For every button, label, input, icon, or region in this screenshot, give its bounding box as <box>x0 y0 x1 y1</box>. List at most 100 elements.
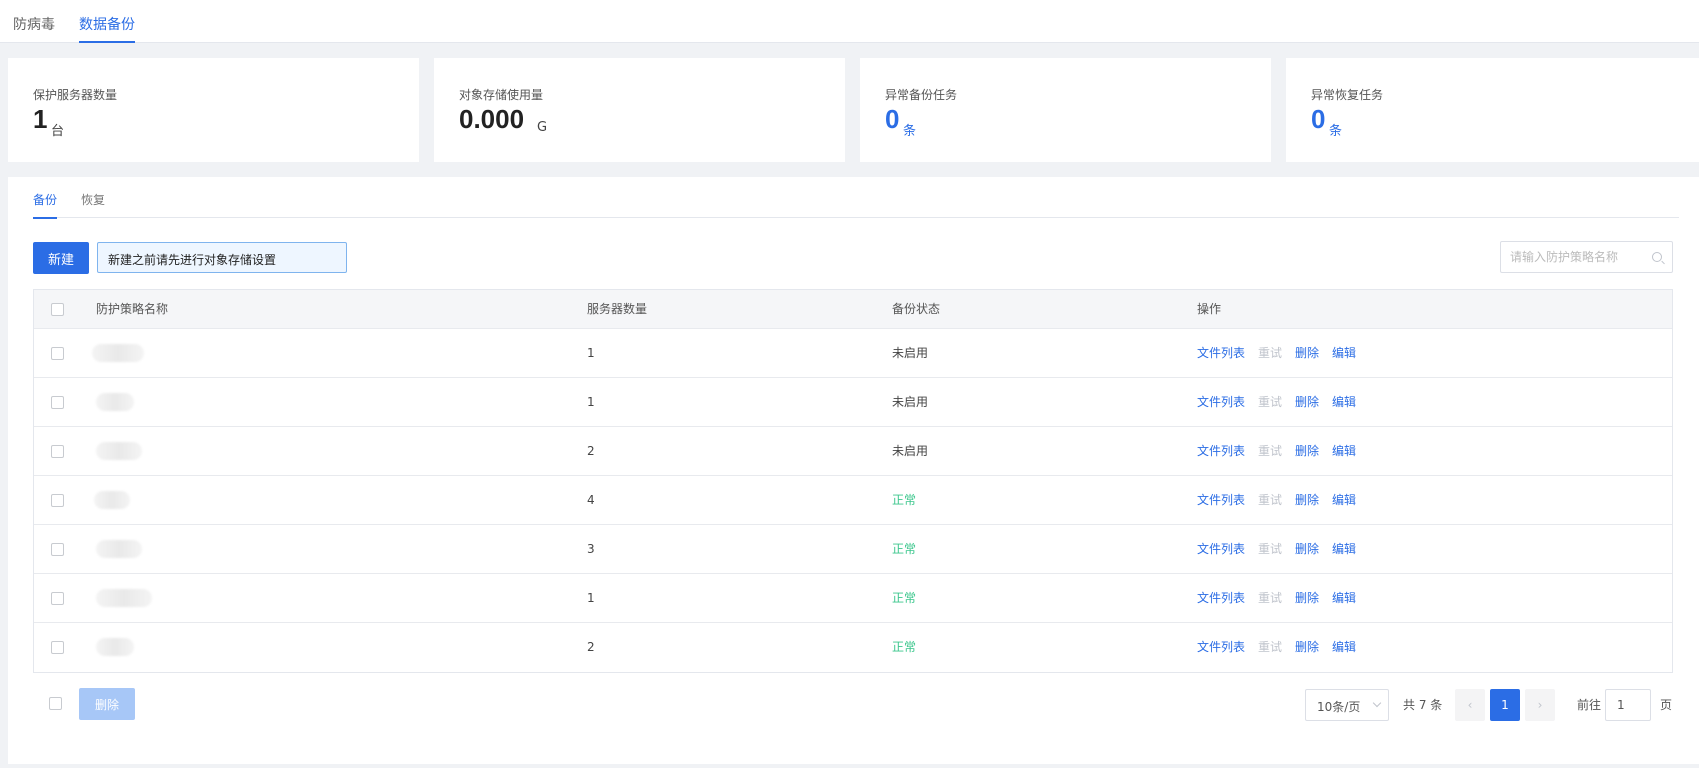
op-retry: 重试 <box>1258 346 1283 360</box>
op-file-list[interactable]: 文件列表 <box>1197 574 1245 622</box>
op-retry: 重试 <box>1258 493 1283 507</box>
page-size-value: 10条/页 <box>1317 700 1361 714</box>
op-delete[interactable]: 删除 <box>1295 574 1319 622</box>
row-checkbox[interactable] <box>51 592 64 605</box>
page-number[interactable]: 1 <box>1490 689 1520 721</box>
op-edit[interactable]: 编辑 <box>1332 574 1356 622</box>
row-count: 4 <box>587 493 595 507</box>
op-file-list[interactable]: 文件列表 <box>1197 329 1245 377</box>
page-size-select[interactable]: 10条/页 <box>1305 689 1389 721</box>
table-row: 1 未启用 文件列表 重试 删除 编辑 <box>34 378 1672 427</box>
stat-value: 0.000 <box>459 104 525 134</box>
row-status: 正常 <box>892 493 917 507</box>
search-icon[interactable] <box>1652 252 1662 262</box>
table-row: 2 正常 文件列表 重试 删除 编辑 <box>34 623 1672 672</box>
row-checkbox[interactable] <box>51 347 64 360</box>
op-delete[interactable]: 删除 <box>1295 623 1319 671</box>
table-row: 4 正常 文件列表 重试 删除 编辑 <box>34 476 1672 525</box>
table-row: 3 正常 文件列表 重试 删除 编辑 <box>34 525 1672 574</box>
op-delete[interactable]: 删除 <box>1295 427 1319 475</box>
header-status: 备份状态 <box>892 302 941 316</box>
table-row: 1 未启用 文件列表 重试 删除 编辑 <box>34 329 1672 378</box>
op-file-list[interactable]: 文件列表 <box>1197 427 1245 475</box>
stat-value: 1 <box>33 104 48 134</box>
stat-unit: 台 <box>51 124 65 139</box>
tab-restore[interactable]: 恢复 <box>81 191 105 218</box>
op-file-list[interactable]: 文件列表 <box>1197 476 1245 524</box>
op-retry: 重试 <box>1258 591 1283 605</box>
goto-unit: 页 <box>1660 698 1673 712</box>
tab-backup[interactable]: 备份 <box>33 191 58 219</box>
row-status: 未启用 <box>892 395 929 409</box>
op-file-list[interactable]: 文件列表 <box>1197 378 1245 426</box>
row-status: 未启用 <box>892 444 929 458</box>
redacted-name <box>94 491 130 509</box>
row-count: 2 <box>587 444 595 458</box>
row-count: 2 <box>587 640 595 654</box>
goto-label: 前往 <box>1577 698 1602 712</box>
row-checkbox[interactable] <box>51 445 64 458</box>
row-checkbox[interactable] <box>51 396 64 409</box>
row-ops: 文件列表 重试 删除 编辑 <box>1197 525 1369 573</box>
select-all-checkbox[interactable] <box>51 303 64 316</box>
stat-unit: 条 <box>1329 124 1343 139</box>
stat-card-restore-errors: 异常恢复任务 0 条 <box>1286 58 1699 162</box>
op-delete[interactable]: 删除 <box>1295 476 1319 524</box>
redacted-name <box>92 344 144 362</box>
backup-panel: 备份 恢复 新建 新建之前请先进行对象存储设置 防护策略名称 服务器数量 备份状… <box>8 177 1699 764</box>
op-edit[interactable]: 编辑 <box>1332 623 1356 671</box>
tab-antivirus[interactable]: 防病毒 <box>13 14 55 43</box>
stat-label: 保护服务器数量 <box>33 88 118 102</box>
row-status: 正常 <box>892 591 917 605</box>
row-count: 1 <box>587 591 595 605</box>
row-checkbox[interactable] <box>51 641 64 654</box>
op-delete[interactable]: 删除 <box>1295 525 1319 573</box>
sub-tab-bar: 备份 恢复 <box>33 177 1679 219</box>
header-ops: 操作 <box>1197 302 1222 316</box>
op-delete[interactable]: 删除 <box>1295 378 1319 426</box>
op-retry: 重试 <box>1258 395 1283 409</box>
bulk-delete-button[interactable]: 删除 <box>79 688 135 720</box>
row-checkbox[interactable] <box>51 543 64 556</box>
op-retry: 重试 <box>1258 640 1283 654</box>
bulk-select-checkbox[interactable] <box>49 697 62 710</box>
redacted-name <box>96 540 142 558</box>
redacted-name <box>96 393 134 411</box>
redacted-name <box>96 442 142 460</box>
op-edit[interactable]: 编辑 <box>1332 525 1356 573</box>
header-name: 防护策略名称 <box>96 302 169 316</box>
tab-data-backup[interactable]: 数据备份 <box>79 14 135 43</box>
storage-tip: 新建之前请先进行对象存储设置 <box>97 242 347 273</box>
op-delete[interactable]: 删除 <box>1295 329 1319 377</box>
stat-unit: 条 <box>903 124 917 139</box>
next-page-button[interactable]: › <box>1525 689 1555 721</box>
row-ops: 文件列表 重试 删除 编辑 <box>1197 378 1369 426</box>
row-checkbox[interactable] <box>51 494 64 507</box>
stat-value: 0 <box>885 104 900 134</box>
row-ops: 文件列表 重试 删除 编辑 <box>1197 476 1369 524</box>
search-input[interactable] <box>1510 250 1650 264</box>
op-edit[interactable]: 编辑 <box>1332 427 1356 475</box>
stat-unit: G <box>537 120 548 135</box>
op-edit[interactable]: 编辑 <box>1332 329 1356 377</box>
new-button[interactable]: 新建 <box>33 242 89 274</box>
row-ops: 文件列表 重试 删除 编辑 <box>1197 623 1369 672</box>
redacted-name <box>96 638 134 656</box>
op-file-list[interactable]: 文件列表 <box>1197 623 1245 671</box>
op-edit[interactable]: 编辑 <box>1332 378 1356 426</box>
stat-card-servers: 保护服务器数量 1 台 <box>8 58 419 162</box>
total-count: 共 7 条 <box>1403 698 1443 712</box>
stat-label: 异常备份任务 <box>885 88 958 102</box>
table-row: 1 正常 文件列表 重试 删除 编辑 <box>34 574 1672 623</box>
stat-card-backup-errors: 异常备份任务 0 条 <box>860 58 1271 162</box>
op-file-list[interactable]: 文件列表 <box>1197 525 1245 573</box>
row-status: 正常 <box>892 640 917 654</box>
op-retry: 重试 <box>1258 542 1283 556</box>
prev-page-button[interactable]: ‹ <box>1455 689 1485 721</box>
row-status: 正常 <box>892 542 917 556</box>
stat-label: 对象存储使用量 <box>459 88 544 102</box>
op-edit[interactable]: 编辑 <box>1332 476 1356 524</box>
stat-card-storage: 对象存储使用量 0.000 G <box>434 58 845 162</box>
goto-page-input[interactable]: 1 <box>1605 689 1651 721</box>
search-box[interactable] <box>1500 241 1673 273</box>
